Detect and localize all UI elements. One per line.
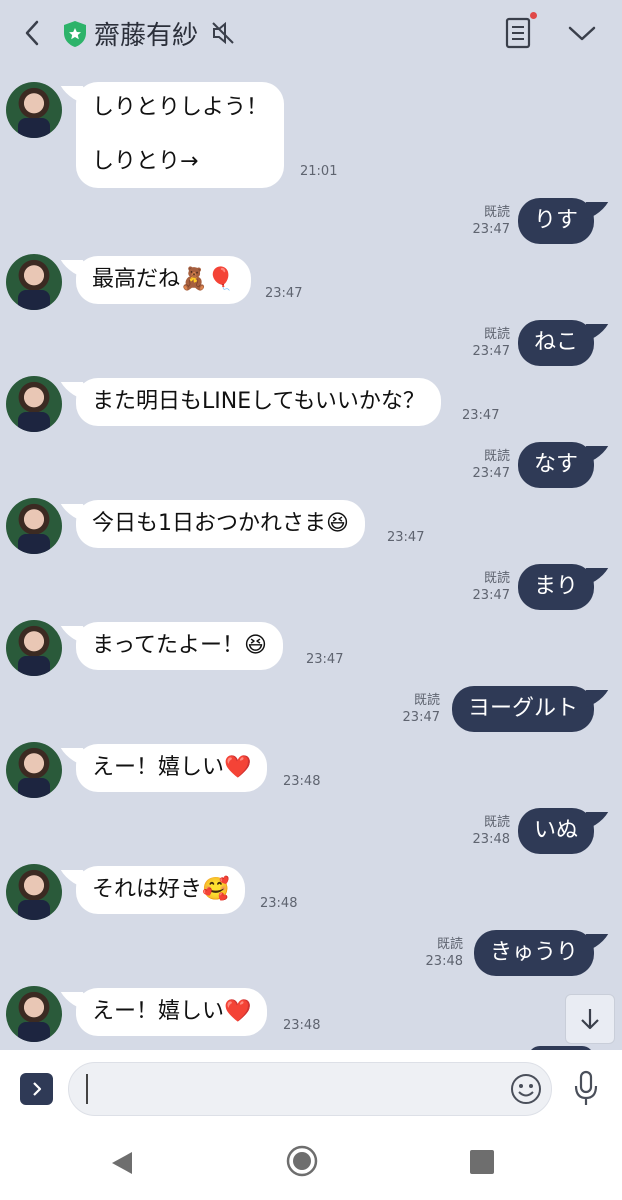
- avatar[interactable]: [6, 864, 62, 920]
- message-bubble-incoming[interactable]: また明日もLINEしてもいいかな？: [76, 378, 441, 426]
- message-bubble-incoming[interactable]: えー！嬉しい❤️: [76, 988, 268, 1036]
- scroll-down-button[interactable]: [565, 994, 615, 1044]
- message-time: 23:47: [472, 344, 510, 359]
- message-time: 23:47: [472, 222, 510, 237]
- message-time: 23:47: [472, 466, 510, 481]
- message-meta: 既読 23:47: [403, 692, 440, 726]
- unread-dot: [530, 12, 537, 19]
- nav-recent-icon[interactable]: [470, 1150, 494, 1174]
- message-bubble-incoming[interactable]: 最高だね🧸🎈: [76, 256, 251, 304]
- avatar[interactable]: [6, 986, 62, 1042]
- message-bubble-incoming[interactable]: しりとりしよう！ しりとり→: [76, 82, 285, 188]
- notes-button[interactable]: [503, 12, 537, 50]
- notes-icon: [505, 17, 531, 49]
- message-bubble-incoming[interactable]: まってたよー！😆: [76, 622, 283, 670]
- avatar[interactable]: [6, 82, 62, 138]
- system-nav-bar: [0, 1128, 622, 1200]
- message-text: しりとりしよう！: [92, 95, 269, 120]
- message-meta: 既読 23:47: [473, 448, 510, 482]
- message-input-bar: [0, 1050, 622, 1130]
- chat-header: 齋藤有紗: [0, 0, 622, 68]
- read-receipt: 既読: [483, 449, 510, 464]
- chevron-down-icon[interactable]: [566, 20, 598, 46]
- avatar[interactable]: [6, 376, 62, 432]
- read-receipt: 既読: [483, 205, 510, 220]
- message-time: 23:48: [260, 896, 298, 911]
- mute-icon: [212, 21, 234, 45]
- read-receipt: 既読: [413, 693, 440, 708]
- message-bubble-incoming[interactable]: えー！嬉しい❤️: [76, 744, 268, 792]
- message-time: 23:47: [265, 286, 303, 301]
- message-input[interactable]: [68, 1062, 552, 1116]
- message-meta: 既読 23:47: [473, 204, 510, 238]
- message-list[interactable]: しりとりしよう！ しりとり→ 21:01 既読 23:47 りす 最高だね🧸🎈 …: [0, 68, 622, 1050]
- message-bubble-outgoing[interactable]: なす: [517, 442, 594, 488]
- avatar[interactable]: [6, 742, 62, 798]
- nav-home-icon[interactable]: [286, 1145, 318, 1177]
- emoji-icon[interactable]: [510, 1073, 542, 1105]
- chat-title: 齋藤有紗: [94, 21, 199, 51]
- mic-icon[interactable]: [572, 1070, 600, 1108]
- message-meta: 既読 23:48: [473, 814, 510, 848]
- message-bubble-incoming[interactable]: それは好き🥰: [76, 866, 246, 914]
- message-bubble-outgoing[interactable]: りす: [517, 198, 594, 244]
- message-time: 23:47: [306, 652, 344, 667]
- avatar[interactable]: [6, 498, 62, 554]
- shield-star-icon: [64, 21, 86, 47]
- read-receipt: 既読: [436, 937, 463, 952]
- message-bubble-outgoing[interactable]: いぬ: [517, 808, 594, 854]
- message-text: しりとり→: [92, 149, 199, 174]
- message-time: 23:48: [425, 954, 463, 969]
- message-time: 23:47: [387, 530, 425, 545]
- avatar[interactable]: [6, 620, 62, 676]
- message-bubble-incoming[interactable]: 今日も1日おつかれさま😆: [76, 500, 365, 548]
- expand-button[interactable]: [20, 1073, 53, 1105]
- message-time: 23:47: [472, 588, 510, 603]
- scroll-down-icon: [581, 1009, 599, 1030]
- message-time: 21:01: [300, 164, 338, 179]
- avatar[interactable]: [6, 254, 62, 310]
- message-time: 23:48: [283, 774, 321, 789]
- message-bubble-outgoing[interactable]: ねこ: [517, 320, 594, 366]
- message-meta: 既読 23:47: [473, 570, 510, 604]
- back-icon[interactable]: [18, 18, 48, 48]
- message-time: 23:48: [472, 832, 510, 847]
- read-receipt: 既読: [483, 327, 510, 342]
- message-meta: 既読 23:47: [473, 326, 510, 360]
- nav-back-icon[interactable]: [110, 1150, 134, 1176]
- message-bubble-outgoing[interactable]: きゅうり: [473, 930, 594, 976]
- message-meta: 既読 23:48: [426, 936, 463, 970]
- expand-icon: [32, 1082, 41, 1096]
- message-time: 23:47: [462, 408, 500, 423]
- text-caret: [86, 1074, 88, 1104]
- message-bubble-outgoing[interactable]: まり: [517, 564, 594, 610]
- read-receipt: 既読: [483, 815, 510, 830]
- message-time: 23:48: [283, 1018, 321, 1033]
- message-time: 23:47: [402, 710, 440, 725]
- message-bubble-outgoing[interactable]: ヨーグルト: [451, 686, 594, 732]
- read-receipt: 既読: [483, 571, 510, 586]
